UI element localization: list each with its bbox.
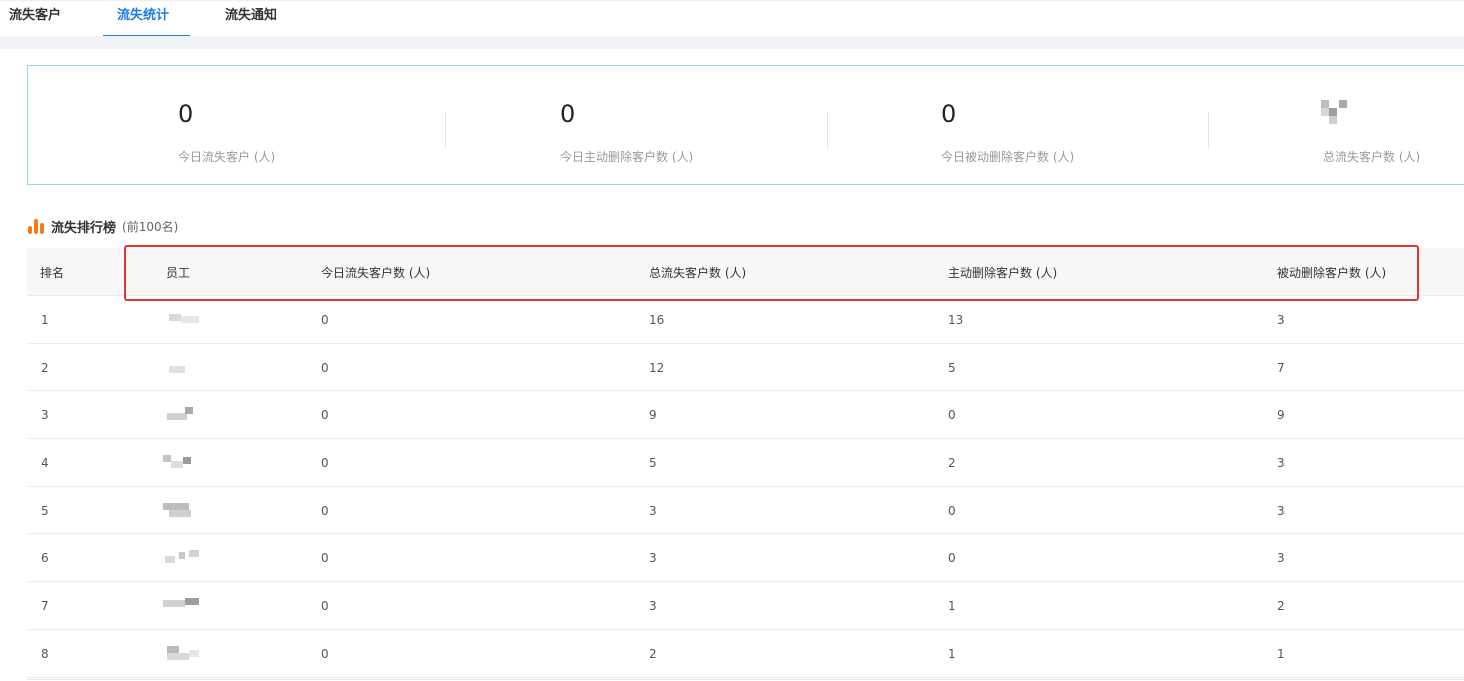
cell-passive-delete: 3: [1277, 313, 1285, 327]
cell-rank: 1: [41, 313, 49, 327]
table-row[interactable]: 1 0 16 13 3: [27, 296, 1464, 344]
cell-active-delete: 2: [948, 456, 956, 471]
table-bottom-border: [27, 679, 1464, 680]
cell-total-lost: 2: [649, 646, 657, 661]
blurred-employee-name: [163, 596, 227, 618]
table-row[interactable]: 4 0 5 2 3: [27, 439, 1464, 487]
cell-active-delete: 0: [948, 408, 956, 423]
blurred-employee-name: [163, 405, 227, 427]
cell-active-delete: 13: [948, 313, 964, 327]
tab-lost-statistics[interactable]: 流失统计: [117, 4, 169, 23]
tab-lost-notifications[interactable]: 流失通知: [225, 4, 277, 23]
stat-label: 总流失客户数 (人): [1323, 150, 1421, 164]
stat-value: 0: [178, 100, 194, 128]
cell-passive-delete: 7: [1277, 360, 1285, 375]
stat-value: 0: [560, 100, 576, 128]
cell-active-delete: 0: [948, 503, 956, 518]
table-row[interactable]: 2 0 12 5 7: [27, 344, 1464, 392]
cell-rank: 5: [41, 503, 49, 518]
cell-passive-delete: 2: [1277, 599, 1285, 614]
cell-total-lost: 9: [649, 408, 657, 423]
cell-rank: 2: [41, 360, 49, 375]
blurred-value: [1321, 100, 1349, 124]
stat-today-passive-delete: 0 今日被动删除客户数 (人): [791, 66, 1171, 184]
cell-passive-delete: 3: [1277, 503, 1285, 518]
cell-rank: 8: [41, 646, 49, 661]
stat-label: 今日被动删除客户数 (人): [941, 150, 1075, 164]
cell-total-lost: 3: [649, 551, 657, 566]
cell-passive-delete: 9: [1277, 408, 1285, 423]
cell-passive-delete: 3: [1277, 456, 1285, 471]
ranking-subtitle: (前100名): [122, 219, 179, 234]
table-row[interactable]: 5 0 3 0 3: [27, 487, 1464, 535]
cell-today-lost: 0: [321, 408, 329, 423]
cell-today-lost: 0: [321, 503, 329, 518]
ranking-header: 流失排行榜 (前100名): [27, 216, 178, 236]
col-total-lost: 总流失客户数 (人): [649, 266, 747, 280]
blurred-employee-name: [163, 548, 227, 570]
cell-today-lost: 0: [321, 360, 329, 375]
table-row[interactable]: 7 0 3 1 2: [27, 582, 1464, 630]
cell-total-lost: 3: [649, 599, 657, 614]
cell-today-lost: 0: [321, 599, 329, 614]
tab-bar: 流失客户 流失统计 流失通知: [0, 0, 1464, 37]
stat-total-lost: 总流失客户数 (人): [1173, 66, 1464, 184]
stat-label: 今日流失客户 (人): [178, 150, 276, 164]
cell-total-lost: 16: [649, 313, 665, 327]
ranking-table: 排名 员工 今日流失客户数 (人) 总流失客户数 (人) 主动删除客户数 (人)…: [27, 248, 1464, 678]
cell-total-lost: 12: [649, 360, 665, 375]
stat-label: 今日主动删除客户数 (人): [560, 150, 694, 164]
cell-total-lost: 3: [649, 503, 657, 518]
cell-today-lost: 0: [321, 313, 329, 327]
blurred-employee-name: [163, 310, 227, 332]
blurred-employee-name: [163, 501, 227, 523]
col-rank: 排名: [40, 266, 65, 280]
col-passive-delete: 被动删除客户数 (人): [1277, 266, 1387, 280]
cell-active-delete: 1: [948, 599, 956, 614]
cell-rank: 7: [41, 599, 49, 614]
stat-today-active-delete: 0 今日主动删除客户数 (人): [410, 66, 790, 184]
cell-today-lost: 0: [321, 456, 329, 471]
blurred-employee-name: [163, 453, 227, 475]
cell-active-delete: 1: [948, 646, 956, 661]
col-today-lost: 今日流失客户数 (人): [321, 266, 431, 280]
col-active-delete: 主动删除客户数 (人): [948, 266, 1058, 280]
cell-passive-delete: 1: [1277, 646, 1285, 661]
table-header: 排名 员工 今日流失客户数 (人) 总流失客户数 (人) 主动删除客户数 (人)…: [27, 248, 1464, 296]
stat-value: 0: [941, 100, 957, 128]
cell-active-delete: 0: [948, 551, 956, 566]
table-row[interactable]: 6 0 3 0 3: [27, 534, 1464, 583]
cell-rank: 6: [41, 551, 49, 566]
section-divider: [0, 36, 1464, 49]
cell-rank: 3: [41, 408, 49, 423]
cell-passive-delete: 3: [1277, 551, 1285, 566]
bar-chart-icon: [27, 217, 45, 235]
cell-rank: 4: [41, 456, 49, 471]
tab-lost-customers[interactable]: 流失客户: [9, 4, 61, 23]
table-row[interactable]: 3 0 9 0 9: [27, 391, 1464, 440]
blurred-employee-name: [163, 644, 227, 666]
cell-active-delete: 5: [948, 360, 956, 375]
ranking-title: 流失排行榜: [51, 220, 117, 236]
col-employee: 员工: [166, 266, 191, 280]
cell-today-lost: 0: [321, 551, 329, 566]
stats-panel: 0 今日流失客户 (人) 0 今日主动删除客户数 (人) 0 今日被动删除客户数…: [27, 65, 1464, 185]
cell-today-lost: 0: [321, 646, 329, 661]
table-row[interactable]: 8 0 2 1 1: [27, 630, 1464, 678]
stat-today-lost: 0 今日流失客户 (人): [28, 66, 408, 184]
blurred-employee-name: [163, 358, 227, 380]
cell-total-lost: 5: [649, 456, 657, 471]
